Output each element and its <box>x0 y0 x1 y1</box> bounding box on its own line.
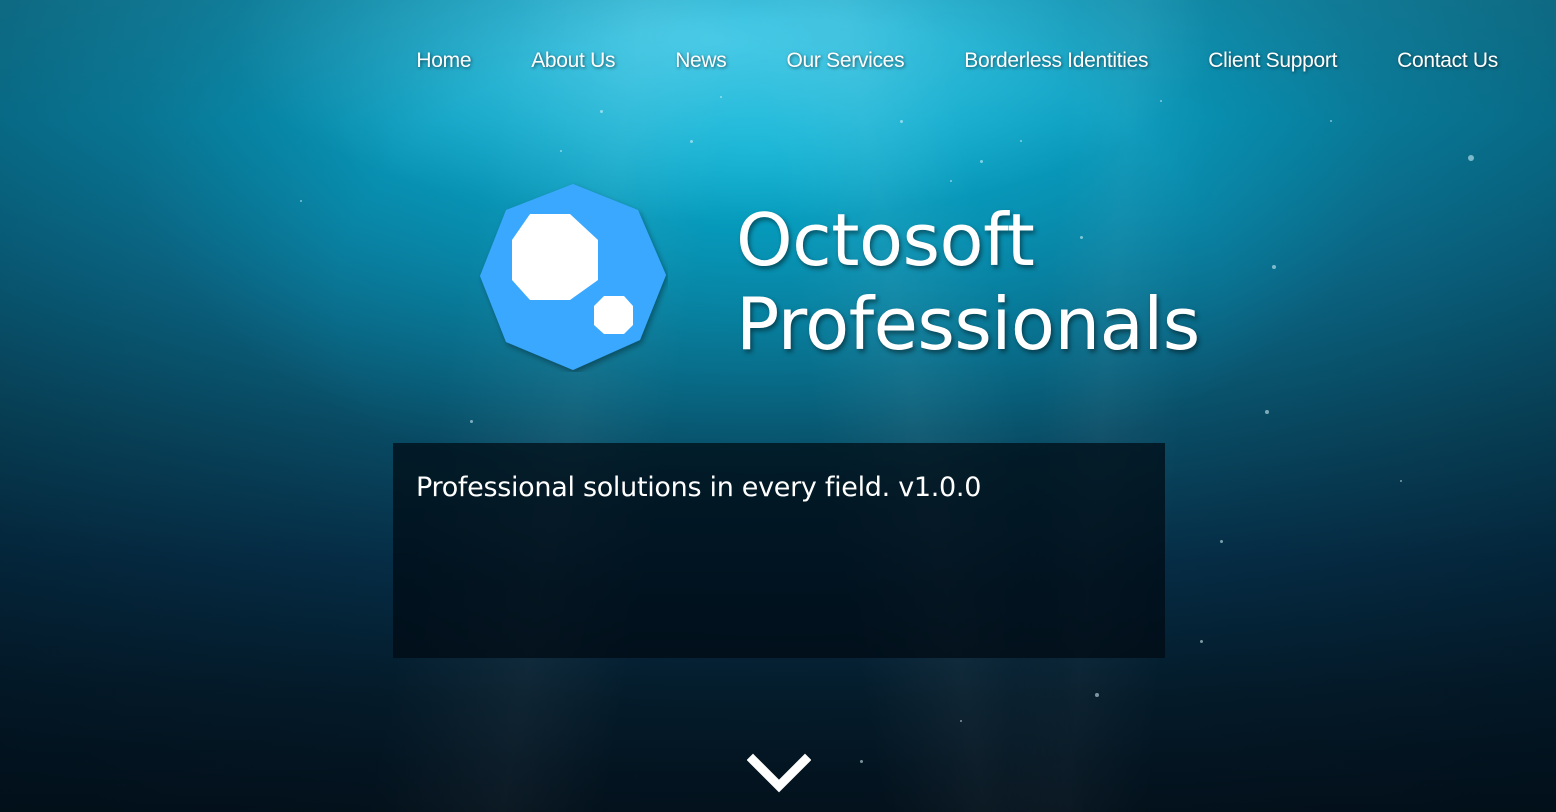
nav-item-our-services[interactable]: Our Services <box>787 46 905 76</box>
nav-item-about-us[interactable]: About Us <box>531 46 615 76</box>
nav-item-home[interactable]: Home <box>416 46 471 76</box>
hero-tagline-box: Professional solutions in every field. v… <box>393 443 1165 658</box>
octagon-bubbles-logo-icon <box>478 182 668 372</box>
background-vignette <box>0 0 1556 812</box>
brand-title-line-2: Professionals <box>736 282 1200 366</box>
nav-item-client-support[interactable]: Client Support <box>1208 46 1337 76</box>
hero-tagline: Professional solutions in every field. v… <box>416 472 982 503</box>
nav-item-news[interactable]: News <box>675 46 727 76</box>
nav-item-contact-us[interactable]: Contact Us <box>1397 46 1498 76</box>
brand-title: Octosoft Professionals <box>736 198 1200 366</box>
main-nav: Home About Us News Our Services Borderle… <box>416 46 1498 76</box>
scroll-down-button[interactable] <box>746 752 812 796</box>
nav-item-borderless-identities[interactable]: Borderless Identities <box>964 46 1148 76</box>
chevron-down-icon <box>746 753 812 793</box>
background-light-rays <box>0 0 1556 812</box>
brand-title-line-1: Octosoft <box>736 198 1035 282</box>
logo-bubble-small <box>594 296 633 334</box>
